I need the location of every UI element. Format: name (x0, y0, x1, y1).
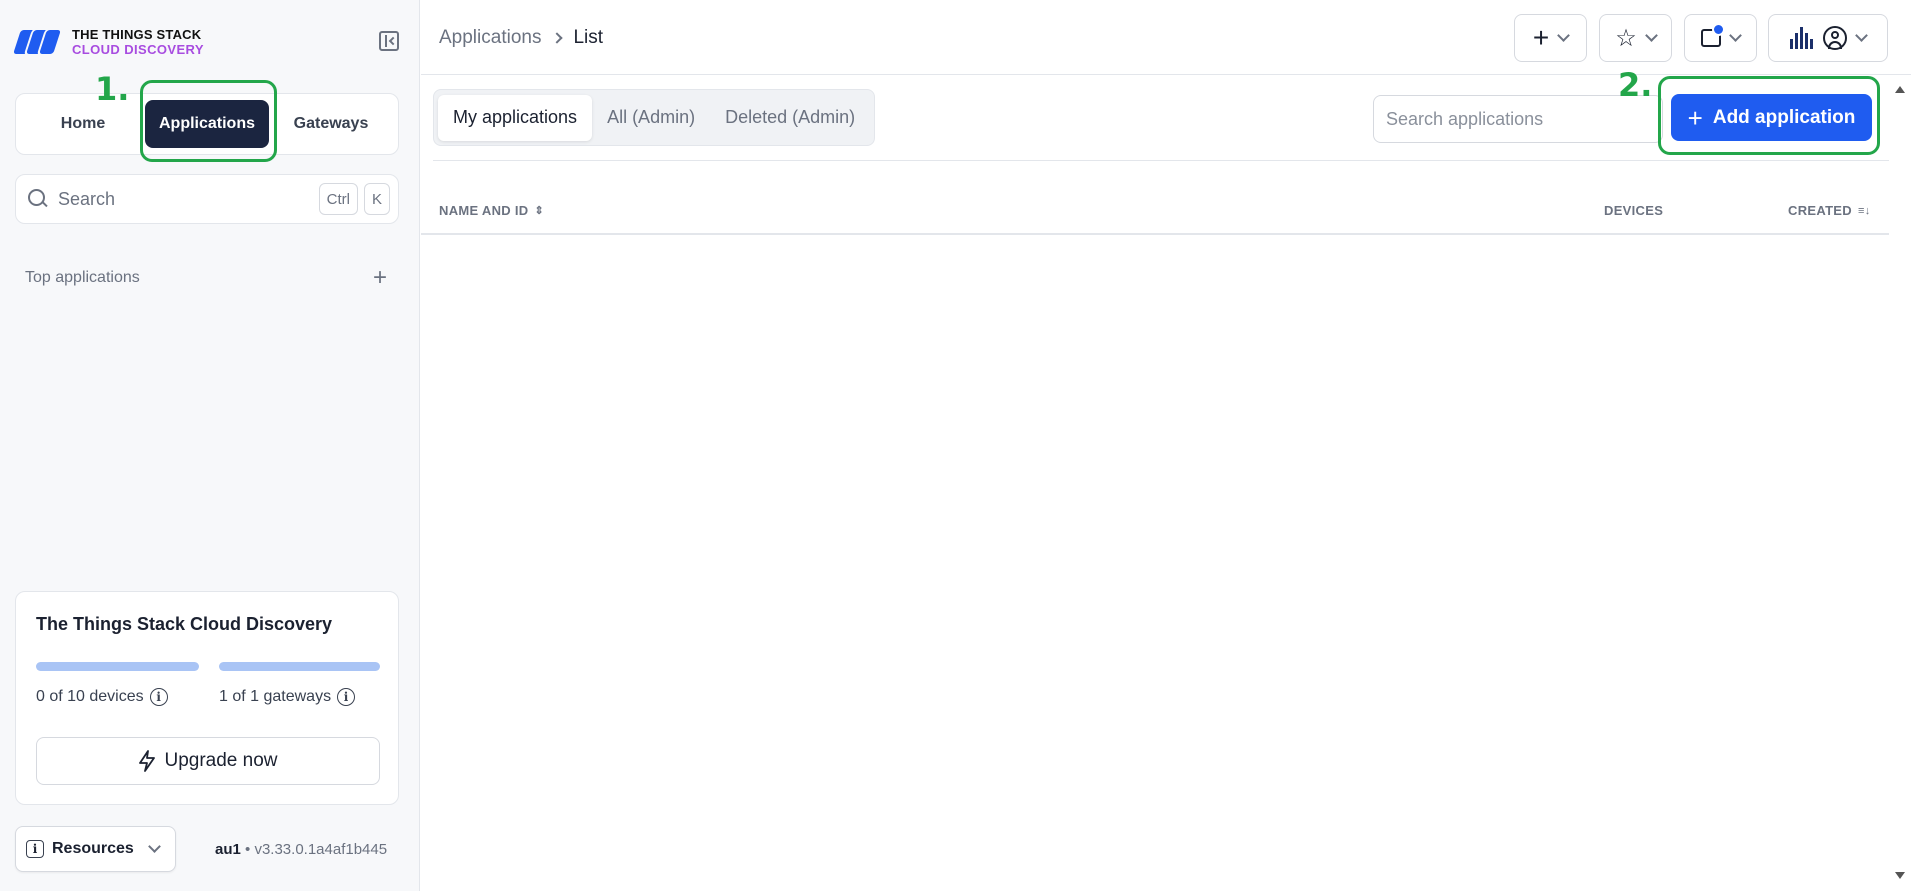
annotation-label-step1: 1. (95, 70, 130, 108)
scroll-down-arrow-icon[interactable] (1895, 872, 1905, 879)
shortcut-key-k: K (363, 183, 390, 215)
column-header-created-label: CREATED (1788, 203, 1852, 218)
brand-logo[interactable]: THE THINGS STACK CLOUD DISCOVERY (10, 27, 204, 57)
gateways-usage: 1 of 1 gateways i (219, 688, 356, 706)
brand-name: THE THINGS STACK (72, 27, 202, 42)
sort-descending-icon: ≡↓ (1857, 204, 1871, 217)
divider (433, 160, 1889, 161)
tab-deleted-admin[interactable]: Deleted (Admin) (710, 95, 870, 141)
lightning-icon (139, 750, 156, 772)
tab-my-applications[interactable]: My applications (438, 94, 593, 141)
cluster-name: au1 (215, 841, 241, 858)
applications-list-panel: My applications All (Admin) Deleted (Adm… (421, 75, 1889, 891)
upgrade-now-button[interactable]: Upgrade now (36, 737, 380, 785)
search-placeholder: Search (58, 188, 116, 209)
sidebar-search-input[interactable]: Search Ctrl K (15, 174, 399, 224)
filter-tabs: My applications All (Admin) Deleted (Adm… (433, 89, 876, 146)
table-header: NAME AND ID ⇕ DEVICES CREATED ≡↓ (421, 193, 1889, 235)
breadcrumb-list: List (573, 27, 604, 48)
nav-tab-gateways[interactable]: Gateways (269, 100, 393, 148)
top-applications-header: Top applications + (25, 266, 387, 290)
version-info: au1 • v3.33.0.1a4af1b445 (215, 841, 388, 858)
info-icon[interactable]: i (149, 688, 168, 706)
organization-logo-icon (1790, 27, 1813, 49)
chevron-right-icon (551, 32, 564, 44)
account-dropdown-button[interactable] (1768, 14, 1888, 62)
column-header-name[interactable]: NAME AND ID ⇕ (439, 203, 544, 218)
tab-all-admin[interactable]: All (Admin) (592, 95, 710, 141)
brand-edition: CLOUD DISCOVERY (72, 42, 204, 57)
topbar: Applications List + ☆ (421, 0, 1911, 75)
collapse-sidebar-icon[interactable] (379, 31, 399, 51)
upgrade-now-label: Upgrade now (164, 750, 278, 771)
annotation-box-step2 (1658, 76, 1880, 155)
inbox-icon (1701, 23, 1725, 47)
annotation-box-step1 (140, 80, 277, 162)
bookmarks-dropdown-button[interactable]: ☆ (1599, 14, 1672, 62)
devices-usage: 0 of 10 devices i (36, 688, 168, 706)
breadcrumb: Applications List (439, 27, 603, 49)
chevron-down-icon (1729, 29, 1742, 42)
chevron-down-icon (1644, 29, 1658, 42)
column-header-name-label: NAME AND ID (439, 203, 529, 218)
create-dropdown-button[interactable]: + (1514, 14, 1587, 62)
gateways-usage-text: 1 of 1 gateways (219, 688, 332, 705)
notifications-dropdown-button[interactable] (1684, 14, 1757, 62)
chevron-down-icon (1855, 29, 1868, 42)
plan-card: The Things Stack Cloud Discovery 0 of 10… (15, 591, 399, 805)
breadcrumb-applications[interactable]: Applications (439, 27, 541, 49)
plus-icon: + (1532, 22, 1550, 53)
devices-usage-text: 0 of 10 devices (36, 688, 144, 705)
annotation-label-step2: 2. (1618, 66, 1653, 104)
star-icon: ☆ (1615, 24, 1637, 52)
column-header-devices-label: DEVICES (1604, 203, 1664, 218)
top-applications-label: Top applications (25, 269, 140, 286)
gateways-usage-bar (219, 662, 380, 671)
devices-usage-bar (36, 662, 199, 671)
add-top-application-icon[interactable]: + (373, 266, 387, 290)
user-avatar-icon (1823, 26, 1847, 50)
sort-icon: ⇕ (534, 205, 545, 217)
info-icon[interactable]: i (337, 688, 356, 706)
chevron-down-icon (147, 840, 161, 853)
shortcut-key-ctrl: Ctrl (318, 183, 358, 215)
info-icon: i (26, 840, 44, 858)
version-number: v3.33.0.1a4af1b445 (254, 841, 388, 858)
search-icon (28, 189, 48, 209)
scroll-up-arrow-icon[interactable] (1895, 86, 1905, 93)
column-header-devices[interactable]: DEVICES (1604, 203, 1663, 218)
column-header-created[interactable]: CREATED ≡↓ (1788, 203, 1871, 218)
resources-label: Resources (52, 840, 134, 857)
chevron-down-icon (1557, 29, 1571, 42)
things-stack-logo-icon (10, 28, 64, 56)
plan-title: The Things Stack Cloud Discovery (36, 614, 333, 634)
resources-dropdown[interactable]: i Resources (15, 826, 176, 872)
